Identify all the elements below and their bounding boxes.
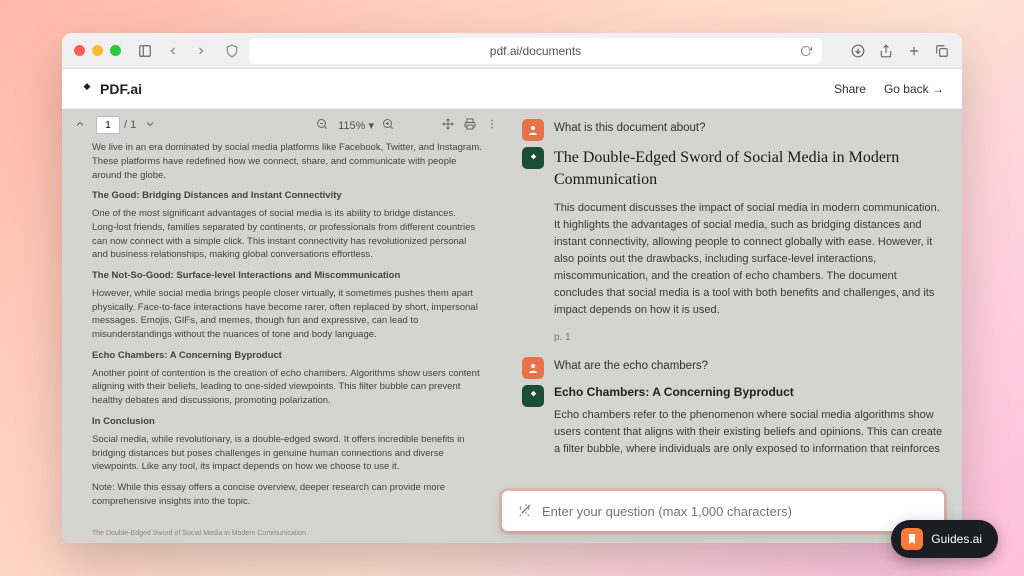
chevron-up-icon[interactable] bbox=[74, 118, 88, 132]
download-icon[interactable] bbox=[850, 43, 866, 59]
privacy-shield-icon[interactable] bbox=[225, 44, 239, 58]
pdf-para-2: However, while social media brings peopl… bbox=[92, 287, 482, 342]
nav-forward-button[interactable] bbox=[189, 39, 213, 63]
pdf-intro: We live in an era dominated by social me… bbox=[92, 141, 482, 182]
share-icon[interactable] bbox=[878, 43, 894, 59]
app-logo[interactable]: PDF.ai bbox=[80, 81, 142, 97]
pdf-para-1: One of the most significant advantages o… bbox=[92, 207, 482, 262]
pdf-document: We live in an era dominated by social me… bbox=[62, 141, 512, 543]
traffic-lights bbox=[74, 45, 121, 56]
answer-title-2: Echo Chambers: A Concerning Byproduct bbox=[554, 385, 948, 399]
pdf-footer: The Double-Edged Sword of Social Media i… bbox=[92, 529, 482, 539]
answer-body-2: Echo chambers refer to the phenomenon wh… bbox=[554, 407, 948, 458]
zoom-in-icon[interactable] bbox=[382, 118, 396, 132]
tabs-icon[interactable] bbox=[934, 43, 950, 59]
chat-question-2: What are the echo chambers? bbox=[522, 357, 948, 379]
pdf-heading-3: Echo Chambers: A Concerning Byproduct bbox=[92, 349, 482, 363]
chat-answer-2: Echo Chambers: A Concerning Byproduct Ec… bbox=[522, 385, 948, 458]
page-navigation: / 1 bbox=[96, 116, 136, 134]
print-icon[interactable] bbox=[464, 118, 478, 132]
question-text-2: What are the echo chambers? bbox=[554, 357, 948, 372]
question-input[interactable] bbox=[542, 504, 930, 519]
window-close-button[interactable] bbox=[74, 45, 85, 56]
guides-label: Guides.ai bbox=[931, 532, 982, 546]
pdf-toolbar: / 1 115% ▾ bbox=[62, 109, 512, 141]
browser-chrome: pdf.ai/documents bbox=[62, 33, 962, 69]
nav-back-button[interactable] bbox=[161, 39, 185, 63]
user-avatar-icon bbox=[522, 357, 544, 379]
brand-text: PDF.ai bbox=[100, 81, 142, 97]
page-ref-1[interactable]: p. 1 bbox=[554, 332, 948, 343]
share-button[interactable]: Share bbox=[834, 82, 866, 96]
question-text-1: What is this document about? bbox=[554, 119, 948, 134]
question-input-container bbox=[502, 491, 944, 531]
bookmark-icon bbox=[901, 528, 923, 550]
pdf-para-3: Another point of contention is the creat… bbox=[92, 367, 482, 408]
pdf-note: Note: While this essay offers a concise … bbox=[92, 481, 482, 509]
pdf-para-4: Social media, while revolutionary, is a … bbox=[92, 433, 482, 474]
magic-wand-icon[interactable] bbox=[516, 503, 532, 519]
zoom-level[interactable]: 115% ▾ bbox=[338, 119, 374, 132]
refresh-icon[interactable] bbox=[800, 45, 812, 57]
pdf-heading-4: In Conclusion bbox=[92, 415, 482, 429]
chat-question-1: What is this document about? bbox=[522, 119, 948, 141]
pdf-heading-2: The Not-So-Good: Surface-level Interacti… bbox=[92, 269, 482, 283]
content-area: / 1 115% ▾ bbox=[62, 109, 962, 543]
chat-panel: What is this document about? The Double-… bbox=[512, 109, 962, 543]
ai-avatar-icon bbox=[522, 385, 544, 407]
page-input[interactable] bbox=[96, 116, 120, 134]
answer-body-1: This document discusses the impact of so… bbox=[554, 200, 948, 319]
chevron-down-icon[interactable] bbox=[144, 118, 158, 132]
ai-avatar-icon bbox=[522, 147, 544, 169]
url-text: pdf.ai/documents bbox=[490, 44, 581, 58]
more-icon[interactable] bbox=[486, 118, 500, 132]
browser-window: pdf.ai/documents PDF.ai bbox=[62, 33, 962, 543]
page-total: / 1 bbox=[124, 119, 136, 131]
pdf-heading-1: The Good: Bridging Distances and Instant… bbox=[92, 189, 482, 203]
pdf-panel: / 1 115% ▾ bbox=[62, 109, 512, 543]
user-avatar-icon bbox=[522, 119, 544, 141]
go-back-button[interactable]: Go back → bbox=[884, 82, 944, 96]
url-bar[interactable]: pdf.ai/documents bbox=[249, 38, 822, 64]
zoom-out-icon[interactable] bbox=[316, 118, 330, 132]
app-header: PDF.ai Share Go back → bbox=[62, 69, 962, 109]
window-minimize-button[interactable] bbox=[92, 45, 103, 56]
new-tab-icon[interactable] bbox=[906, 43, 922, 59]
logo-icon bbox=[80, 82, 94, 96]
chat-answer-1: The Double-Edged Sword of Social Media i… bbox=[522, 147, 948, 343]
sidebar-toggle-icon[interactable] bbox=[137, 43, 153, 59]
move-icon[interactable] bbox=[442, 118, 456, 132]
window-maximize-button[interactable] bbox=[110, 45, 121, 56]
answer-title-1: The Double-Edged Sword of Social Media i… bbox=[554, 147, 948, 190]
guides-badge[interactable]: Guides.ai bbox=[891, 520, 998, 558]
